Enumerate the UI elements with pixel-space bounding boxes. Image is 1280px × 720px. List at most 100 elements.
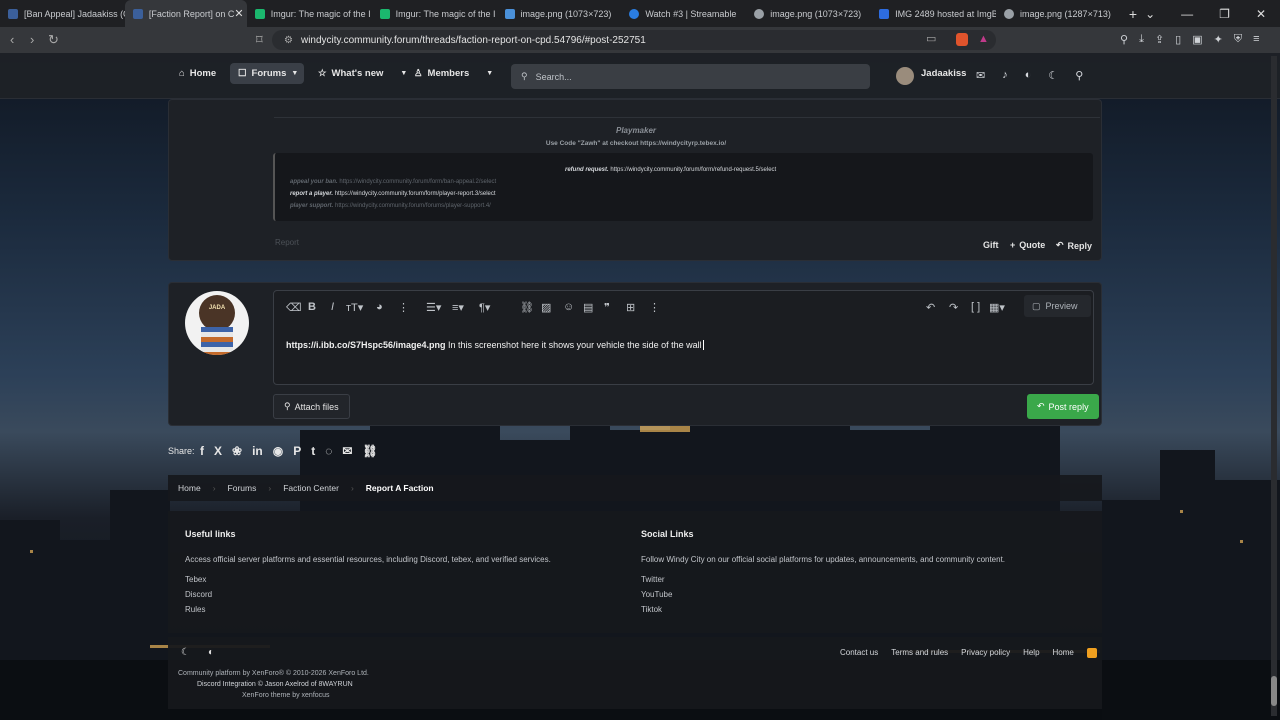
breadcrumb-home[interactable]: Home: [168, 483, 213, 493]
email-icon[interactable]: ✉: [342, 444, 352, 458]
menu-icon[interactable]: ≡: [1253, 33, 1259, 46]
bbcode-icon[interactable]: [ ]: [971, 301, 980, 313]
editor-content[interactable]: https://i.ibb.co/S7Hspc56/image4.png In …: [286, 340, 704, 350]
table-icon[interactable]: ⊞: [626, 301, 635, 314]
footer-terms-link[interactable]: Terms and rules: [891, 648, 948, 658]
close-tab-icon[interactable]: ✕: [234, 7, 243, 20]
maximize-icon[interactable]: ❐: [1219, 7, 1230, 21]
breadcrumb-report-a-faction[interactable]: Report A Faction: [354, 483, 446, 493]
rewards-icon[interactable]: ▲: [978, 33, 989, 45]
browser-tab-active[interactable]: [Faction Report] on C ✕: [124, 0, 247, 27]
back-icon[interactable]: ‹: [10, 32, 14, 47]
undo-icon[interactable]: ↶: [926, 301, 935, 314]
facebook-icon[interactable]: f: [200, 444, 204, 458]
footer-privacy-link[interactable]: Privacy policy: [961, 648, 1010, 658]
browser-tab[interactable]: image.png (1073×723): [497, 0, 622, 27]
attach-files-button[interactable]: ⚲ Attach files: [273, 394, 350, 419]
page-scrollbar-track[interactable]: [1271, 56, 1277, 716]
window-close-icon[interactable]: ✕: [1256, 7, 1266, 21]
whatsapp-icon[interactable]: ◌: [325, 444, 332, 458]
preview-button[interactable]: ▢ Preview: [1024, 295, 1091, 317]
more-options-icon[interactable]: ⋮: [649, 301, 660, 314]
nav-home[interactable]: ⌂ Home: [179, 68, 216, 79]
breadcrumb-forums[interactable]: Forums: [216, 483, 269, 493]
bold-icon[interactable]: B: [308, 301, 316, 313]
eraser-icon[interactable]: ⌫: [286, 301, 302, 314]
chevron-down-icon[interactable]: ▼: [400, 70, 407, 77]
footer-link-twitter[interactable]: Twitter: [641, 575, 665, 584]
message-editor[interactable]: ⌫ B I тT▾ ◕ ⋮ ☰▾ ≡▾ ¶▾ ⛓ ▨ ☺ ▤ ❞ ⊞ ⋮ ↶ ↷…: [273, 290, 1094, 385]
leo-icon[interactable]: ✦: [1214, 33, 1223, 46]
moon-icon[interactable]: ☾: [181, 647, 190, 658]
nav-whats-new[interactable]: ☆ What's new ▼: [318, 68, 407, 79]
reload-icon[interactable]: ↻: [48, 32, 59, 48]
browser-tab[interactable]: Imgur: The magic of the I: [247, 0, 372, 27]
align-icon[interactable]: ≡▾: [452, 301, 464, 314]
reddit-icon[interactable]: ◉: [273, 444, 283, 458]
theme-toggle-icon[interactable]: ◐: [1025, 69, 1032, 82]
footer-link-tebex[interactable]: Tebex: [185, 575, 206, 584]
paragraph-icon[interactable]: ¶▾: [479, 301, 490, 314]
breadcrumb-faction-center[interactable]: Faction Center: [271, 483, 351, 493]
pinterest-icon[interactable]: P: [293, 444, 301, 458]
rss-icon[interactable]: [1086, 648, 1097, 658]
palette-icon[interactable]: ◕: [376, 301, 383, 313]
media-icon[interactable]: ▤: [583, 301, 593, 314]
search-input[interactable]: ⚲ Search...: [511, 64, 870, 89]
smile-icon[interactable]: ☺: [563, 301, 574, 313]
x-icon[interactable]: X: [214, 444, 222, 458]
reply-button[interactable]: ↶ Reply: [1049, 235, 1099, 256]
share-icon[interactable]: ⇪: [1155, 33, 1164, 46]
footer-contact-link[interactable]: Contact us: [840, 648, 878, 658]
post-reply-button[interactable]: ↶ Post reply: [1027, 394, 1099, 419]
site-info-icon[interactable]: ⚙: [284, 35, 293, 46]
new-tab-icon[interactable]: +: [1121, 6, 1145, 22]
download-icon[interactable]: ⤓: [1139, 33, 1144, 46]
minimize-icon[interactable]: —: [1181, 7, 1193, 21]
text-size-icon[interactable]: тT▾: [346, 301, 363, 314]
sidebar-icon[interactable]: ▯: [1175, 33, 1181, 46]
user-avatar[interactable]: [896, 67, 914, 85]
bookmark-icon[interactable]: ⌑: [256, 32, 263, 48]
vpn-icon[interactable]: ⛨: [1234, 33, 1242, 46]
quote-icon[interactable]: ❞: [604, 301, 610, 314]
linkedin-icon[interactable]: in: [252, 444, 263, 458]
footer-link-discord[interactable]: Discord: [185, 590, 212, 599]
moon-icon[interactable]: ☾: [1048, 69, 1058, 82]
browser-tab[interactable]: image.png (1287×713): [996, 0, 1121, 27]
bell-icon[interactable]: ♪: [1002, 69, 1008, 82]
report-button[interactable]: Report: [275, 238, 299, 247]
support-link[interactable]: https://windycity.community.forum/forums…: [335, 203, 491, 209]
url-bar[interactable]: ⚙ windycity.community.forum/threads/fact…: [272, 30, 996, 50]
link-icon[interactable]: ⛓: [362, 444, 377, 458]
footer-home-link[interactable]: Home: [1053, 648, 1074, 658]
wallet-icon[interactable]: ▣: [1192, 33, 1202, 46]
redo-icon[interactable]: ↷: [949, 301, 958, 314]
browser-tab[interactable]: Watch #3 | Streamable: [621, 0, 746, 27]
tumblr-icon[interactable]: t: [311, 444, 315, 458]
brave-shield-icon[interactable]: [956, 33, 968, 46]
gift-button[interactable]: Gift: [976, 235, 1006, 255]
tab-search-icon[interactable]: ⌄: [1145, 7, 1155, 21]
list-icon[interactable]: ☰▾: [426, 301, 441, 314]
footer-help-link[interactable]: Help: [1023, 648, 1039, 658]
appeal-link[interactable]: https://windycity.community.forum/form/b…: [339, 179, 496, 185]
extensions-icon[interactable]: ⚲: [1120, 33, 1128, 46]
browser-tab[interactable]: Imgur: The magic of the I: [372, 0, 497, 27]
chevron-down-icon[interactable]: ▼: [486, 70, 493, 77]
scrollbar-thumb[interactable]: [1271, 676, 1277, 706]
refund-link[interactable]: https://windycity.community.forum/form/r…: [610, 167, 776, 173]
image-icon[interactable]: ▨: [541, 301, 551, 314]
bluesky-icon[interactable]: ❀: [232, 444, 242, 458]
chevron-down-icon[interactable]: ▼: [291, 70, 298, 77]
browser-tab[interactable]: IMG 2489 hosted at ImgB: [871, 0, 996, 27]
mail-icon[interactable]: ✉: [976, 69, 985, 82]
footer-link-youtube[interactable]: YouTube: [641, 590, 672, 599]
browser-tab[interactable]: image.png (1073×723): [746, 0, 871, 27]
cast-icon[interactable]: ▭: [926, 32, 936, 45]
user-menu[interactable]: Jadaakiss: [921, 68, 966, 79]
search-icon[interactable]: ⚲: [1075, 69, 1083, 82]
quote-button[interactable]: + Quote: [1003, 235, 1052, 255]
forward-icon[interactable]: ›: [30, 32, 34, 47]
more-options-icon[interactable]: ⋮: [398, 301, 409, 314]
